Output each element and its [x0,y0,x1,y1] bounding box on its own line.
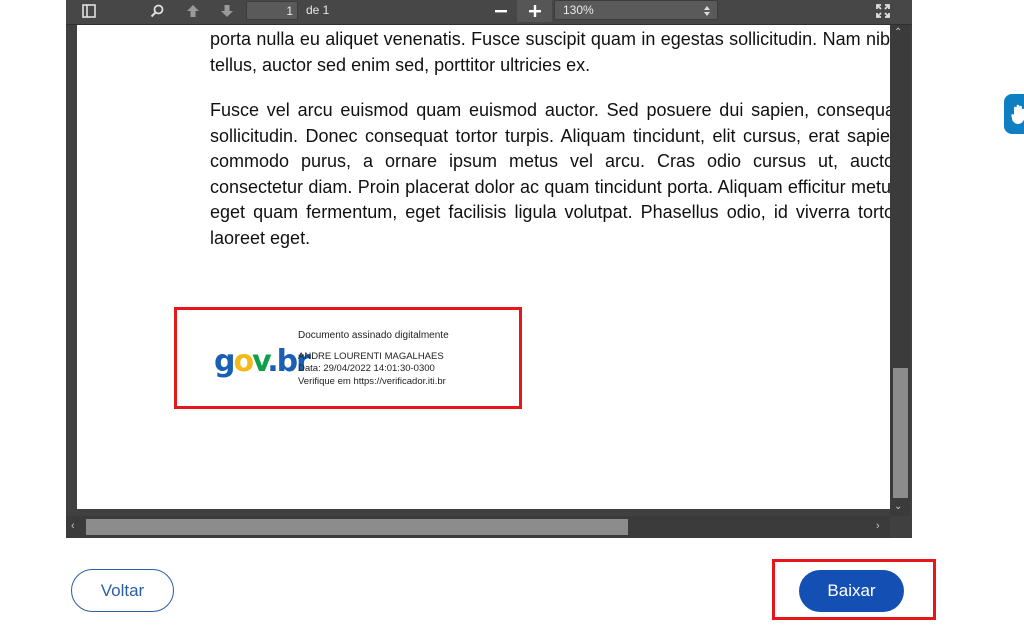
document-paragraph: porta nulla eu aliquet venenatis. Fusce … [210,29,890,75]
vertical-scroll-thumb[interactable] [893,368,908,498]
scroll-right-icon[interactable]: › [876,520,880,532]
scroll-left-icon[interactable]: ‹ [71,520,75,532]
horizontal-scrollbar[interactable]: ‹ › [66,516,890,538]
pdf-viewer: 1 de 1 130% porta nulla eu aliquet venen… [66,0,912,538]
govbr-logo: gov.br [214,344,311,379]
accessibility-hand-button[interactable] [1004,94,1024,134]
zoom-in-button[interactable] [517,0,552,22]
page-number-input[interactable]: 1 [246,1,298,20]
minus-icon[interactable] [488,0,514,22]
select-arrows-icon [703,4,711,22]
scroll-up-icon[interactable]: ⌃ [894,27,902,38]
signature-verify: Verifique em https://verificador.iti.br [298,376,446,387]
document-paragraph: Fusce vel arcu euismod quam euismod auct… [210,100,890,248]
horizontal-scroll-thumb[interactable] [86,519,628,535]
signer-name: ANDRE LOURENTI MAGALHAES [298,351,444,362]
document-page: porta nulla eu aliquet venenatis. Fusce … [77,25,890,509]
fullscreen-icon[interactable] [870,0,896,22]
search-icon[interactable] [144,0,170,22]
plus-icon [517,0,552,22]
zoom-value: 130% [563,3,594,17]
hand-icon [1011,104,1024,124]
back-button[interactable]: Voltar [71,569,174,612]
download-button[interactable]: Baixar [799,570,904,612]
signature-title: Documento assinado digitalmente [298,330,449,341]
vertical-scrollbar[interactable]: ⌃ ⌄ [890,25,910,516]
scroll-down-icon[interactable]: ⌄ [894,501,902,512]
digital-signature-stamp: gov.br Documento assinado digitalmente A… [174,307,522,409]
arrow-down-icon[interactable] [214,0,240,22]
pdf-toolbar: 1 de 1 130% [66,0,912,25]
arrow-up-icon[interactable] [180,0,206,22]
page-count-label: de 1 [306,3,330,17]
signature-date: Data: 29/04/2022 14:01:30-0300 [298,363,435,374]
sidebar-toggle-icon[interactable] [76,0,102,22]
zoom-select[interactable]: 130% [554,0,718,20]
